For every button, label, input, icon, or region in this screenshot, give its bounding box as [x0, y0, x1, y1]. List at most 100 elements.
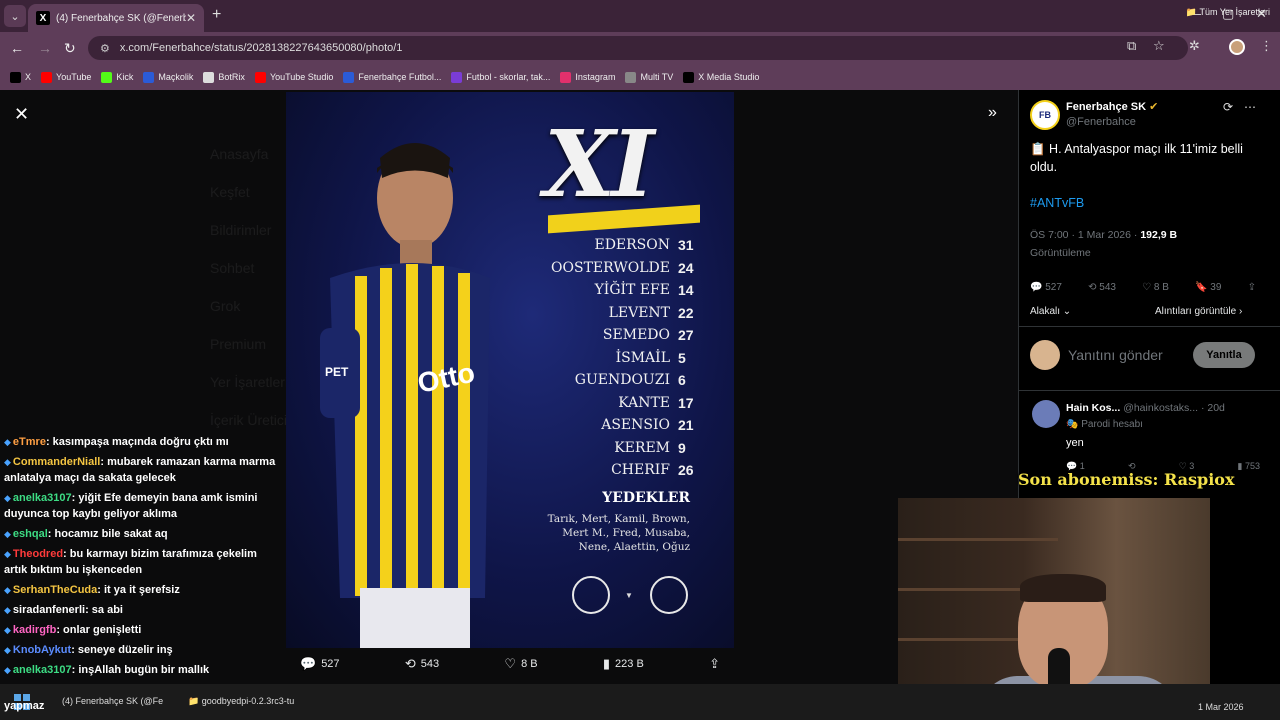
bookmark-item[interactable]: Maçkolik — [143, 71, 193, 83]
reply-submit-button[interactable]: Yanıtla — [1193, 342, 1255, 368]
chat-message: ◆ eshqal: hocamız bile sakat aq — [0, 524, 286, 544]
all-bookmarks[interactable]: 📁 Tüm Yer İşaretleri — [1186, 7, 1270, 18]
photo-stats-bar: 💬 527 ⟲ 543 ♡ 8 B ▮ 223 B ⇪ — [300, 656, 720, 672]
taskbar-folder-item[interactable]: 📁 goodbyedpi-0.2.3rc3-tu — [188, 696, 294, 707]
subs-line: Nene, Alaettin, Oğuz — [578, 541, 690, 553]
site-info-icon[interactable]: ⚙ — [100, 42, 110, 55]
commenter-name-text: Hain Kos... — [1066, 402, 1121, 414]
tab-search-button[interactable]: ⌄ — [4, 5, 26, 27]
background-nav-item: Grok — [210, 298, 241, 314]
chat-username[interactable]: KnobAykut — [13, 644, 71, 656]
chat-username[interactable]: CommanderNiall — [13, 456, 100, 468]
lineup-row: OOSTERWOLDE 24 — [540, 257, 700, 280]
bookmark-item[interactable]: YouTube — [41, 71, 91, 83]
fenerbahce-avatar[interactable]: FB — [1030, 100, 1060, 130]
close-icon[interactable]: ✕ — [186, 11, 196, 25]
more-options-icon[interactable]: ⋯ — [1244, 100, 1256, 114]
close-media-icon[interactable]: ✕ — [14, 104, 29, 125]
user-avatar — [1030, 340, 1060, 370]
bookmark-star-icon[interactable]: ☆ — [1153, 38, 1165, 54]
profile-avatar[interactable] — [1229, 39, 1245, 55]
bookmark-item[interactable]: Kick — [101, 71, 133, 83]
subs-title: YEDEKLER — [602, 490, 690, 506]
lineup-row: SEMEDO 27 — [540, 324, 700, 347]
bookmark-item[interactable]: Fenerbahçe Futbol... — [343, 71, 441, 83]
lineup-row: GUENDOUZI 6 — [540, 369, 700, 392]
chat-username[interactable]: SerhanTheCuda — [13, 584, 97, 596]
bookmark-item[interactable]: Multi TV — [625, 71, 674, 83]
chat-message: ◆ CommanderNiall: mubarek ramazan karma m… — [0, 452, 286, 488]
collapse-panel-icon[interactable]: » — [988, 104, 997, 122]
reload-icon[interactable]: ↻ — [64, 40, 76, 57]
hashtag-link[interactable]: #ANTvFB — [1030, 196, 1084, 210]
chat-text: : hocamız bile sakat aq — [47, 528, 168, 540]
bookmark-label: Multi TV — [640, 72, 674, 82]
address-bar[interactable]: ⚙ x.com/Fenerbahce/status/20281382276436… — [88, 36, 1188, 60]
chat-username[interactable]: anelka3107 — [13, 492, 72, 504]
account-name[interactable]: Fenerbahçe SK ✔ — [1066, 100, 1158, 113]
reply-input[interactable]: Yanıtını gönder — [1068, 347, 1163, 363]
tweet-views: 192,9 B — [1140, 229, 1178, 241]
chat-username[interactable]: Theodred — [13, 548, 63, 560]
bookmark-item[interactable]: X Media Studio — [683, 71, 759, 83]
chat-badge-icon: ◆ — [4, 529, 11, 539]
panel-share-icon[interactable]: ⇪ — [1248, 282, 1256, 293]
commenter-avatar[interactable] — [1032, 400, 1060, 428]
reply-button[interactable]: 💬 527 — [300, 656, 340, 672]
new-tab-button[interactable]: + — [212, 6, 221, 24]
sort-dropdown[interactable]: Alakalı ⌄ — [1030, 306, 1071, 317]
bookmark-item[interactable]: X — [10, 71, 31, 83]
panel-bookmark-button[interactable]: 🔖 39 — [1195, 282, 1221, 293]
repost-button[interactable]: ⟲ 543 — [405, 656, 439, 672]
install-icon[interactable]: ⧉ — [1127, 38, 1136, 54]
player-name: YİĞİT EFE — [594, 282, 670, 299]
lineup-row: KANTE 17 — [540, 392, 700, 415]
chat-text: : onlar genişletti — [56, 624, 142, 636]
view-quotes-link[interactable]: Alıntıları görüntüle › — [1155, 306, 1242, 317]
share-button[interactable]: ⇪ — [709, 656, 720, 672]
chat-message: ◆ SerhanTheCuda: it ya it şerefsiz — [0, 580, 286, 600]
bookmark-item[interactable]: YouTube Studio — [254, 71, 333, 83]
grok-icon[interactable]: ⟳ — [1223, 100, 1233, 114]
bookshelf — [898, 538, 1058, 541]
background-nav-item: Premium — [210, 336, 267, 352]
chat-badge-icon: ◆ — [4, 549, 11, 559]
player-name: SEMEDO — [602, 327, 670, 344]
url-text: x.com/Fenerbahce/status/2028138227643650… — [119, 42, 403, 54]
instagram-logo-icon — [560, 71, 572, 83]
commenter-name[interactable]: Hain Kos... @hainkostaks... · 20d — [1066, 402, 1225, 414]
forward-icon[interactable]: → — [38, 40, 52, 56]
like-button[interactable]: ♡ 8 B — [504, 656, 537, 672]
chat-username[interactable]: eTmre — [13, 436, 46, 448]
bookmark-item[interactable]: Futbol - skorlar, tak... — [451, 71, 551, 83]
menu-dots-icon[interactable]: ⋮ — [1260, 38, 1273, 54]
chat-username[interactable]: kadirgfb — [13, 624, 56, 636]
lineup-row: İSMAİL 5 — [540, 347, 700, 370]
panel-reply-button[interactable]: 💬 527 — [1030, 282, 1062, 293]
back-icon[interactable]: ← — [10, 40, 24, 56]
account-handle[interactable]: @Fenerbahce — [1066, 116, 1136, 128]
chat-username[interactable]: anelka3107 — [13, 664, 72, 676]
chat-message: ◆ KnobAykut: seneye düzelir inş — [0, 640, 286, 660]
comment-views[interactable]: ▮ 753 — [1237, 461, 1259, 472]
chat-message: ◆ kadirgfb: onlar genişletti — [0, 620, 286, 640]
player-name: KANTE — [618, 394, 670, 411]
xi-title: XI — [544, 110, 654, 218]
taskbar-chrome-item[interactable]: (4) Fenerbahçe SK (@Fe — [62, 696, 163, 706]
player-number: 24 — [678, 259, 694, 276]
browser-tab[interactable]: X (4) Fenerbahçe SK (@Fenerbahçe) ✕ — [28, 4, 204, 32]
repost-count: 543 — [420, 658, 440, 670]
panel-repost-button[interactable]: ⟲ 543 — [1088, 282, 1116, 293]
panel-like-button[interactable]: ♡ 8 B — [1142, 282, 1169, 293]
chat-badge-icon: ◆ — [4, 493, 11, 503]
extensions-icon[interactable]: ✲ — [1189, 38, 1200, 54]
views-button[interactable]: ▮ 223 B — [603, 656, 644, 672]
chat-username[interactable]: eshqal — [13, 528, 48, 540]
view-quotes-label: Alıntıları görüntüle — [1155, 306, 1237, 317]
views-label: Görüntüleme — [1030, 247, 1091, 259]
bookmark-label: Futbol - skorlar, tak... — [466, 72, 551, 82]
lineup-row: CHERIF 26 — [540, 459, 700, 482]
bookmark-item[interactable]: Instagram — [560, 71, 615, 83]
chat-username[interactable]: siradanfenerli — [13, 604, 85, 616]
bookmark-item[interactable]: BotRix — [203, 71, 245, 83]
